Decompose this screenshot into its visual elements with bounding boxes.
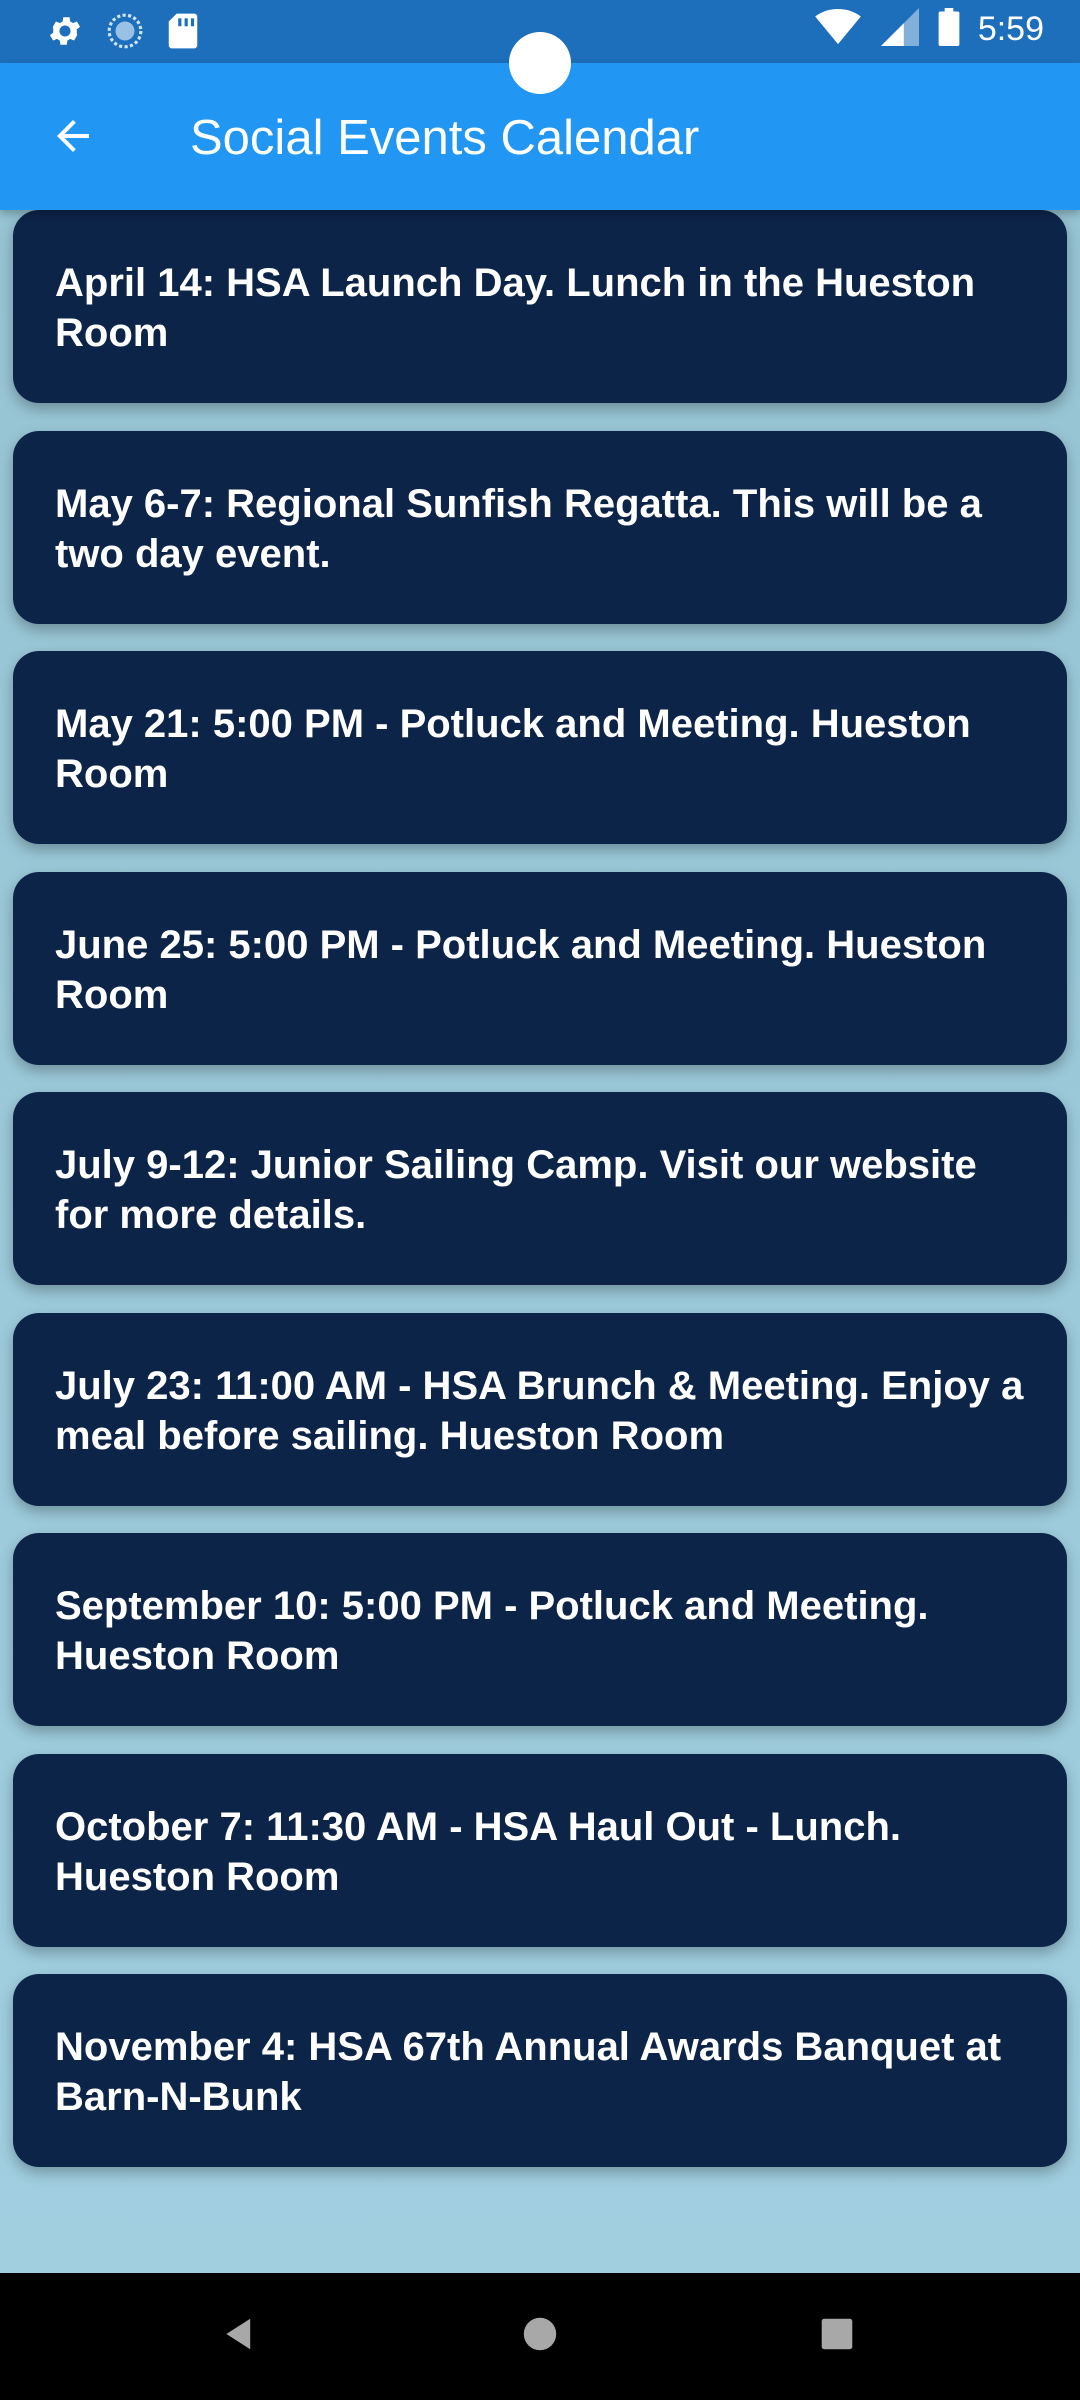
event-card-june-25[interactable]: June 25: 5:00 PM - Potluck and Meeting. … xyxy=(13,872,1067,1065)
clock: 5:59 xyxy=(977,10,1044,48)
arrow-left-icon xyxy=(49,112,97,165)
home-circle-icon xyxy=(522,2316,558,2357)
recents-square-icon xyxy=(820,2317,854,2356)
event-card-july-23[interactable]: July 23: 11:00 AM - HSA Brunch & Meeting… xyxy=(13,1313,1067,1506)
battery-icon xyxy=(938,8,960,51)
settings-icon xyxy=(46,12,84,55)
event-card-may-6-7[interactable]: May 6-7: Regional Sunfish Regatta. This … xyxy=(13,431,1067,624)
nav-recents-button[interactable] xyxy=(804,2303,870,2369)
cell-signal-icon xyxy=(880,8,920,51)
event-text: April 14: HSA Launch Day. Lunch in the H… xyxy=(55,261,976,355)
event-text: May 6-7: Regional Sunfish Regatta. This … xyxy=(55,482,982,576)
event-card-april-14[interactable]: April 14: HSA Launch Day. Lunch in the H… xyxy=(13,210,1067,403)
event-text: June 25: 5:00 PM - Potluck and Meeting. … xyxy=(55,923,987,1017)
event-text: July 9-12: Junior Sailing Camp. Visit ou… xyxy=(55,1143,977,1237)
back-triangle-icon xyxy=(223,2317,257,2356)
wifi-icon xyxy=(814,8,862,51)
status-right-icons: 5:59 xyxy=(814,8,1044,51)
event-text: May 21: 5:00 PM - Potluck and Meeting. H… xyxy=(55,702,971,796)
event-text: July 23: 11:00 AM - HSA Brunch & Meeting… xyxy=(55,1364,1024,1458)
event-text: September 10: 5:00 PM - Potluck and Meet… xyxy=(55,1584,929,1678)
sync-icon xyxy=(106,12,144,55)
event-card-july-9-12[interactable]: July 9-12: Junior Sailing Camp. Visit ou… xyxy=(13,1092,1067,1285)
page-title: Social Events Calendar xyxy=(190,111,700,165)
nav-back-button[interactable] xyxy=(207,2303,273,2369)
event-text: November 4: HSA 67th Annual Awards Banqu… xyxy=(55,2025,1002,2119)
event-card-september-10[interactable]: September 10: 5:00 PM - Potluck and Meet… xyxy=(13,1533,1067,1726)
nav-home-button[interactable] xyxy=(507,2303,573,2369)
sd-card-icon xyxy=(166,12,200,55)
front-camera-cutout xyxy=(509,32,571,94)
event-card-october-7[interactable]: October 7: 11:30 AM - HSA Haul Out - Lun… xyxy=(13,1754,1067,1947)
system-nav-bar xyxy=(0,2273,1080,2400)
back-button[interactable] xyxy=(40,105,106,171)
event-text: October 7: 11:30 AM - HSA Haul Out - Lun… xyxy=(55,1805,902,1899)
status-left-icons xyxy=(46,12,200,55)
event-card-may-21[interactable]: May 21: 5:00 PM - Potluck and Meeting. H… xyxy=(13,651,1067,844)
event-list[interactable]: April 14: HSA Launch Day. Lunch in the H… xyxy=(0,210,1080,2273)
event-card-november-4[interactable]: November 4: HSA 67th Annual Awards Banqu… xyxy=(13,1974,1067,2167)
